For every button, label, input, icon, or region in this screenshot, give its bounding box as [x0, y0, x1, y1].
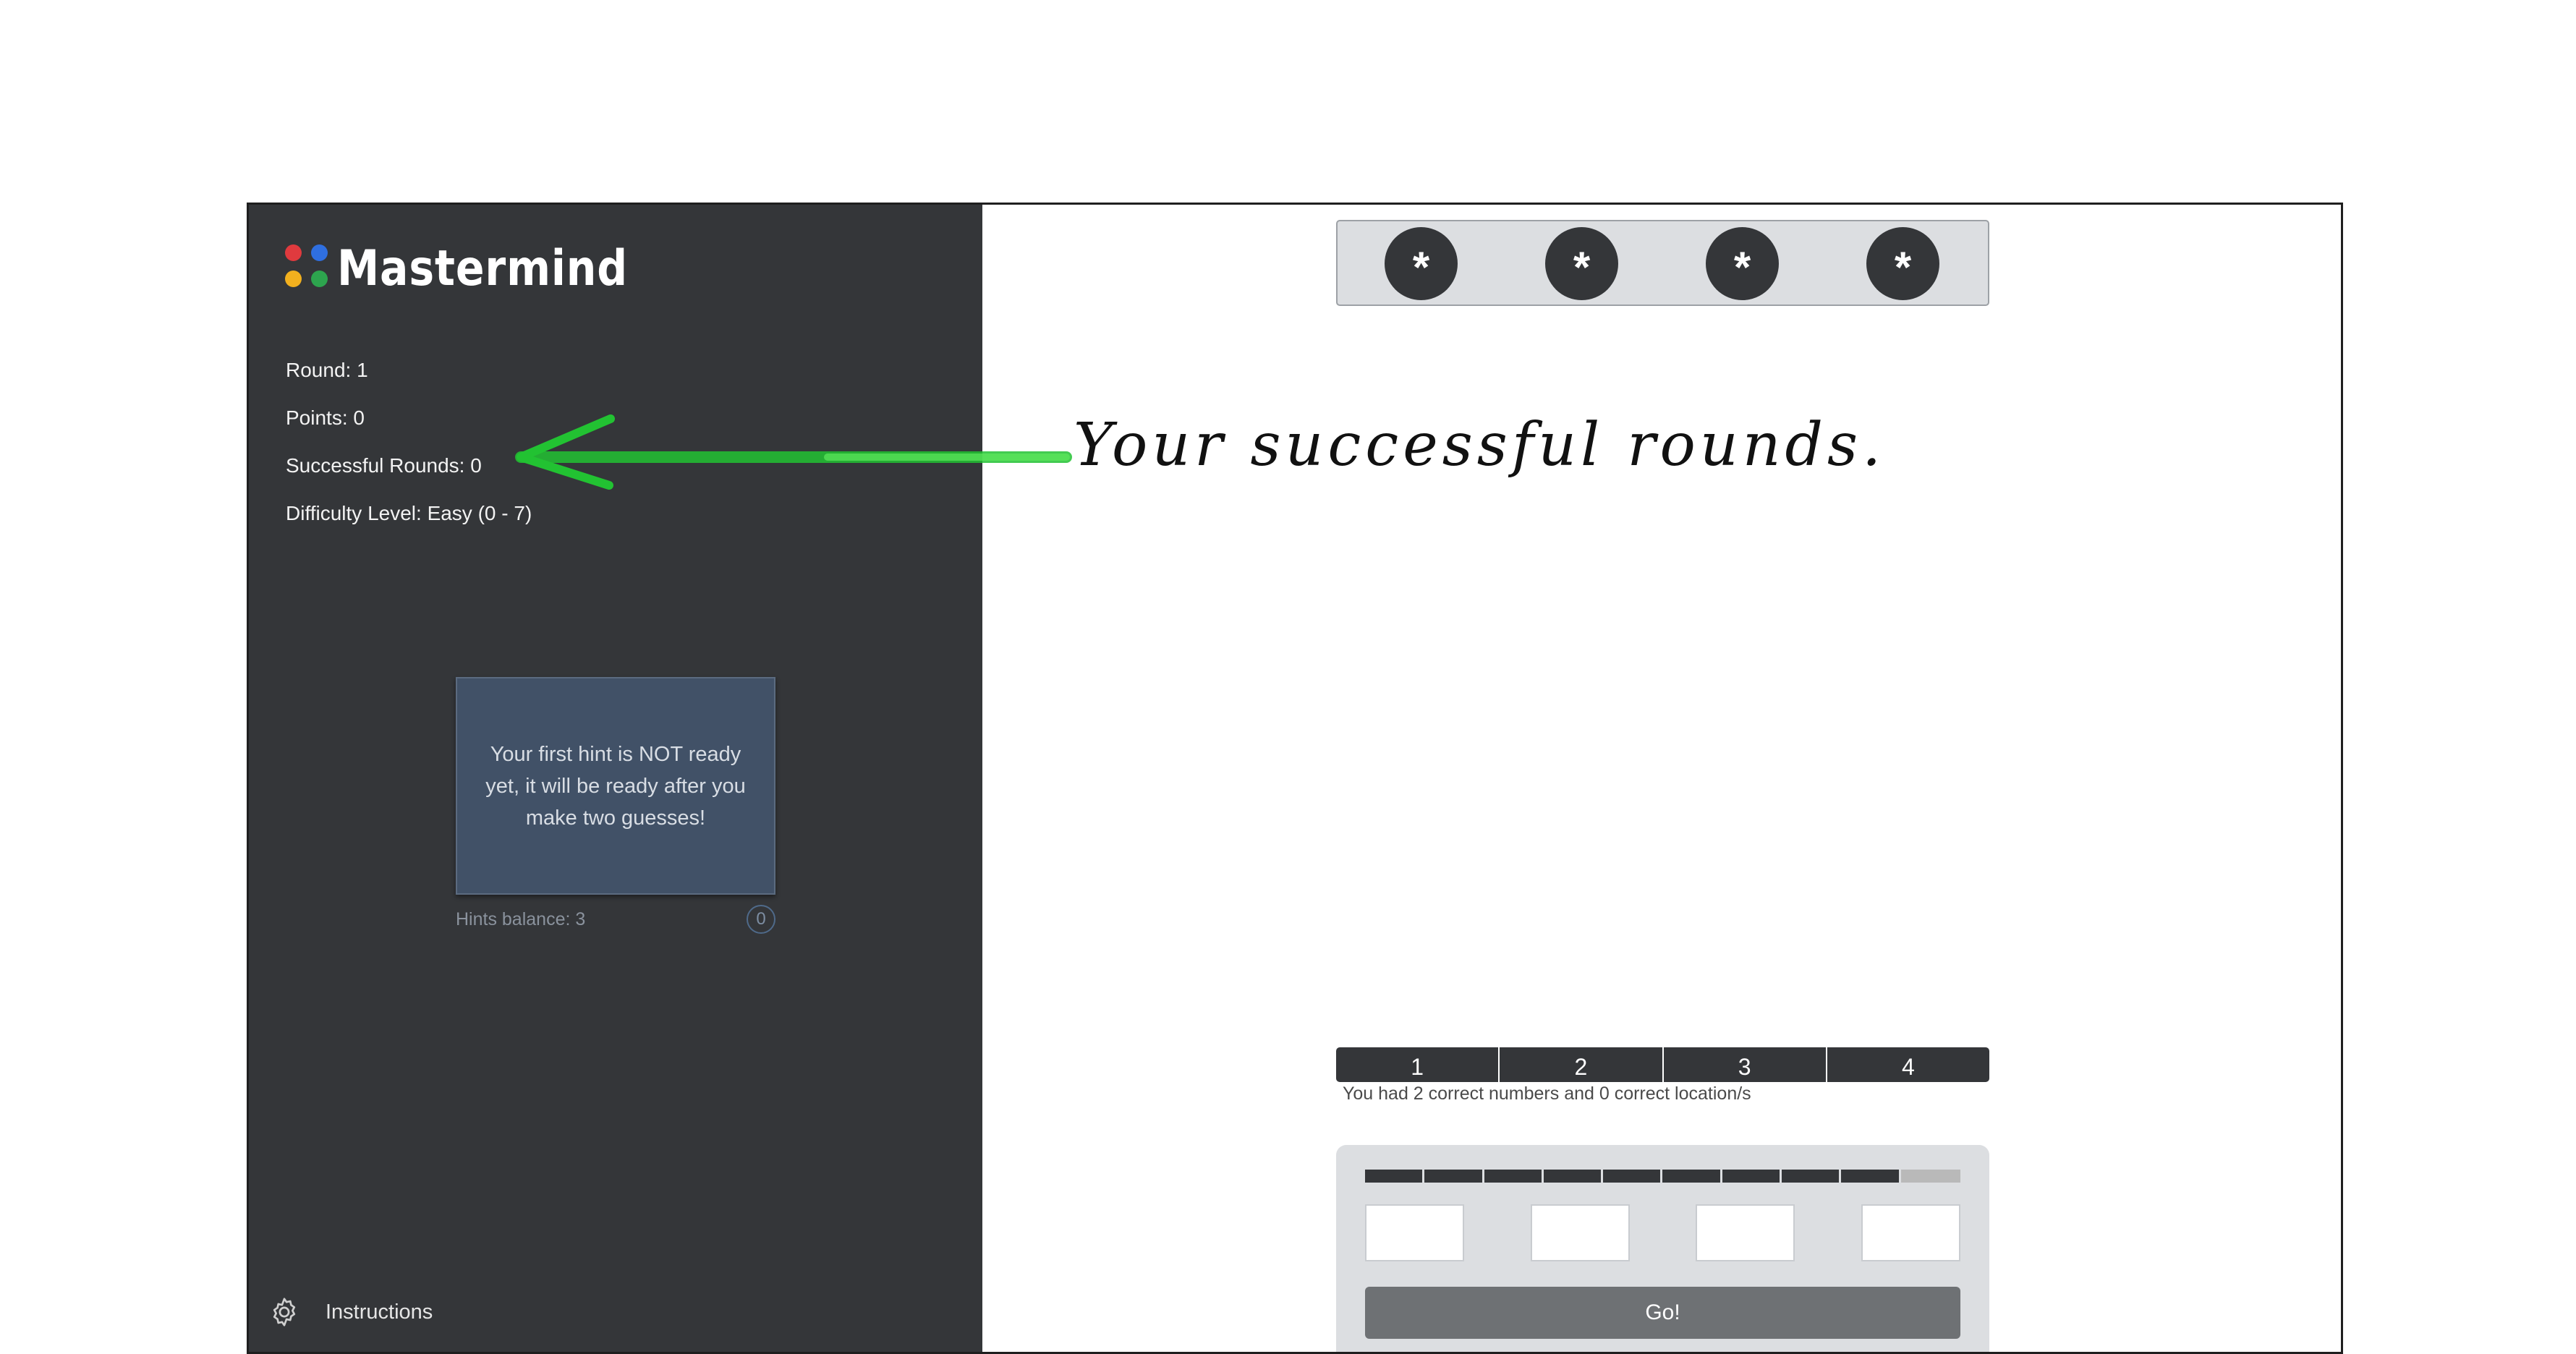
hints-balance-row: Hints balance: 3 0 — [456, 905, 775, 934]
secret-peg-4: * — [1866, 227, 1939, 300]
attempt-segment — [1365, 1170, 1425, 1183]
guess-tab-4[interactable]: 4 — [1827, 1047, 1989, 1082]
app-logo: Mastermind — [285, 239, 675, 297]
digit-input-4[interactable] — [1861, 1204, 1960, 1261]
attempt-segment — [1722, 1170, 1782, 1183]
secret-code-bar: * * * * — [1336, 220, 1989, 306]
attempt-segment — [1484, 1170, 1544, 1183]
attempt-segment — [1662, 1170, 1722, 1183]
round-stat: Round: 1 — [286, 359, 368, 381]
guess-input-panel: Go! — [1336, 1145, 1989, 1352]
gear-icon — [273, 1298, 296, 1327]
attempt-segment — [1782, 1170, 1842, 1183]
logo-dots-icon — [285, 244, 333, 292]
attempt-segment — [1900, 1170, 1960, 1183]
guess-history-tabs: 1 2 3 4 — [1336, 1047, 1989, 1082]
attempt-segment — [1424, 1170, 1484, 1183]
app-window: Mastermind Round: 1 Points: 0 Successful… — [247, 203, 2343, 1354]
logo-dot-blue — [311, 244, 328, 261]
hints-used-badge: 0 — [747, 905, 775, 934]
guess-tab-3[interactable]: 3 — [1664, 1047, 1827, 1082]
secret-peg-3: * — [1706, 227, 1779, 300]
instructions-button[interactable]: Instructions — [268, 1295, 433, 1329]
attempt-segment — [1841, 1170, 1901, 1183]
secret-peg-1: * — [1385, 227, 1458, 300]
attempts-progress-bar — [1365, 1170, 1960, 1183]
logo-dot-green — [311, 271, 328, 287]
difficulty-stat: Difficulty Level: Easy (0 - 7) — [286, 502, 532, 524]
attempt-segment — [1543, 1170, 1604, 1183]
hints-balance-label: Hints balance: 3 — [456, 908, 586, 929]
points-stat: Points: 0 — [286, 406, 365, 429]
digit-input-3[interactable] — [1696, 1204, 1795, 1261]
attempt-segment — [1603, 1170, 1663, 1183]
logo-dot-yellow — [285, 271, 302, 287]
hint-message: Your first hint is NOT ready yet, it wil… — [485, 742, 746, 830]
game-stats: Round: 1 Points: 0 Successful Rounds: 0 … — [286, 346, 532, 537]
guess-feedback: You had 2 correct numbers and 0 correct … — [1343, 1083, 1751, 1104]
logo-dot-red — [285, 244, 302, 261]
app-title: Mastermind — [337, 239, 629, 297]
successful-rounds-stat: Successful Rounds: 0 — [286, 454, 482, 477]
guess-tab-1[interactable]: 1 — [1336, 1047, 1500, 1082]
sidebar: Mastermind Round: 1 Points: 0 Successful… — [249, 205, 982, 1352]
guess-tab-2[interactable]: 2 — [1500, 1047, 1664, 1082]
go-button[interactable]: Go! — [1365, 1287, 1960, 1339]
hint-card[interactable]: Your first hint is NOT ready yet, it wil… — [456, 677, 775, 895]
digit-input-2[interactable] — [1531, 1204, 1630, 1261]
instructions-label: Instructions — [326, 1300, 433, 1324]
secret-peg-2: * — [1545, 227, 1618, 300]
digit-input-1[interactable] — [1365, 1204, 1464, 1261]
annotation-label: Your successful rounds. — [1074, 411, 1886, 480]
